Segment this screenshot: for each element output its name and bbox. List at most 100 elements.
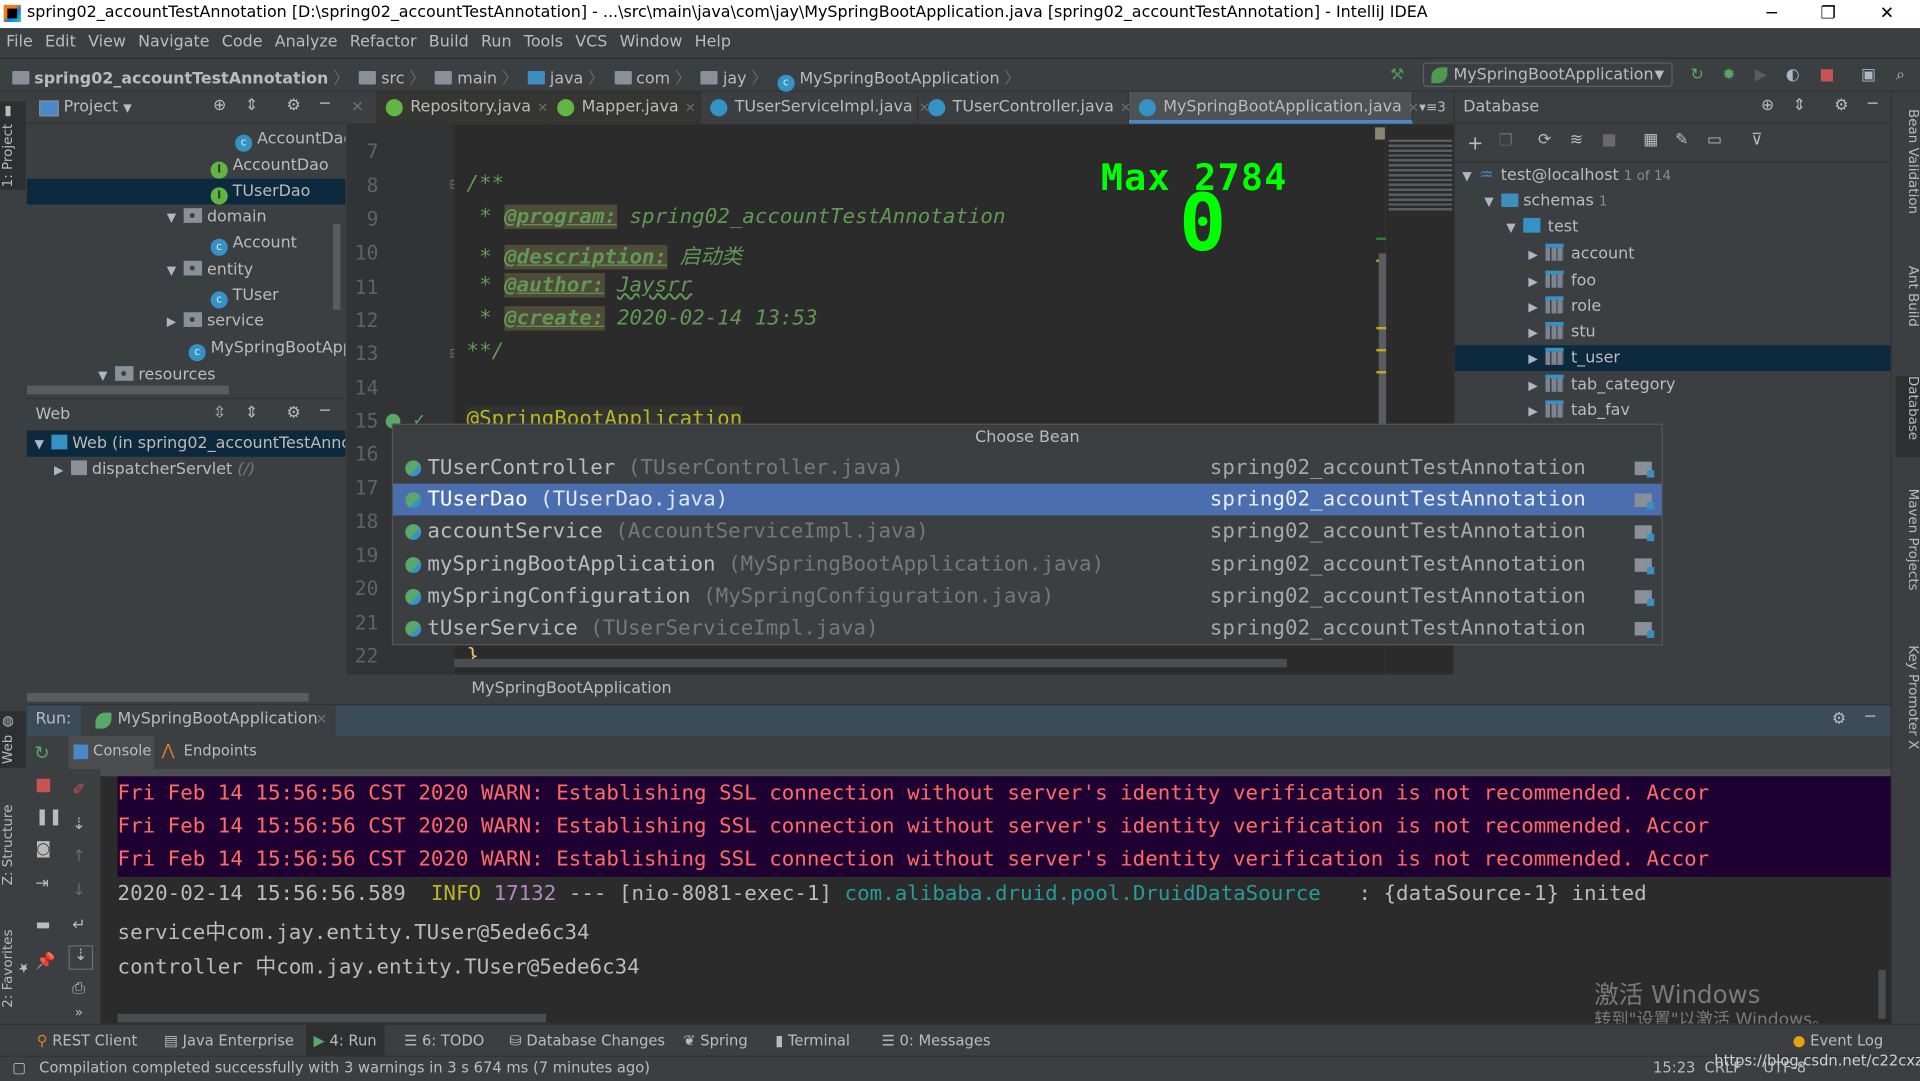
tab-overflow-button[interactable]: ▾≡3	[1419, 99, 1446, 115]
menu-help[interactable]: Help	[689, 28, 738, 57]
maven-projects-tool-tab[interactable]: Maven Projects	[1896, 489, 1920, 611]
exit-icon[interactable]: ⇥	[36, 874, 49, 892]
expand-all-icon[interactable]: ⇳	[213, 404, 226, 422]
menu-window[interactable]: Window	[614, 28, 689, 57]
expanded-arrow-icon[interactable]: ▼	[164, 258, 179, 282]
hide-panel-icon[interactable]: −	[318, 94, 331, 112]
toggle-tool-buttons-icon[interactable]: ▢	[12, 1059, 26, 1076]
db-table-item[interactable]: ▶ tab_fav	[1455, 398, 1891, 424]
run-configuration-select[interactable]: MySpringBootApplication ▼	[1422, 62, 1673, 87]
tool-terminal[interactable]: ▮ Terminal	[775, 1025, 850, 1057]
hide-panel-icon[interactable]: −	[318, 402, 331, 420]
expanded-arrow-icon[interactable]: ▼	[1482, 190, 1497, 216]
db-table-item[interactable]: ▶ account	[1455, 241, 1891, 267]
tool-java-enterprise[interactable]: ▤ Java Enterprise	[164, 1025, 294, 1057]
down-icon[interactable]: ↓	[72, 882, 85, 900]
print-icon[interactable]: ⎙	[72, 980, 85, 998]
tool-database-changes[interactable]: ⛁ Database Changes	[509, 1025, 665, 1057]
tree-item-accountdao-impl[interactable]: c AccountDao	[27, 126, 345, 152]
menu-analyze[interactable]: Analyze	[269, 28, 344, 57]
bean-validation-tool-tab[interactable]: Bean Validation	[1896, 109, 1920, 244]
pin-icon[interactable]: 📌	[36, 953, 56, 971]
schema-sync-icon[interactable]: ≋	[1570, 131, 1583, 149]
breadcrumb-java[interactable]: java	[527, 70, 583, 88]
collapsed-arrow-icon[interactable]: ▶	[1526, 399, 1541, 425]
bean-item-selected[interactable]: TUserDao (TUserDao.java) spring02_accoun…	[393, 483, 1662, 516]
edit-source-icon[interactable]: ✎	[1675, 131, 1688, 149]
add-datasource-icon[interactable]: +	[1467, 131, 1483, 154]
ant-build-tool-tab[interactable]: Ant Build	[1896, 266, 1920, 352]
collapsed-arrow-icon[interactable]: ▶	[1526, 269, 1541, 295]
project-view-select[interactable]: Project ▼	[64, 98, 132, 116]
db-table-item[interactable]: ▶ stu	[1455, 320, 1891, 346]
editor-horizontal-scrollbar[interactable]	[454, 658, 1287, 668]
horizontal-scrollbar[interactable]	[26, 385, 229, 395]
layout-icon[interactable]: ▬	[36, 916, 51, 934]
refresh-icon[interactable]: ⟳	[1538, 131, 1551, 149]
minimize-button[interactable]: ─	[1744, 0, 1800, 28]
menu-view[interactable]: View	[82, 28, 132, 57]
project-structure-icon[interactable]: ▣	[1859, 66, 1879, 86]
stop-icon[interactable]: ■	[1602, 131, 1617, 149]
stop-icon[interactable]: ■	[1817, 66, 1837, 86]
tree-item-tuserdao[interactable]: I TUserDao	[26, 178, 346, 205]
db-table-item[interactable]: ▶ foo	[1455, 268, 1891, 294]
collapse-all-icon[interactable]: ⇕	[245, 404, 258, 422]
collapse-all-icon[interactable]: ⇕	[245, 97, 258, 115]
collapsed-arrow-icon[interactable]: ▶	[1526, 242, 1541, 268]
tab-endpoints[interactable]: ⋀ Endpoints	[157, 736, 257, 769]
tab-close-icon[interactable]: ×	[1408, 99, 1419, 115]
favorites-tool-tab[interactable]: 2: Favorites ★	[0, 920, 32, 1018]
caret-position[interactable]: 15:23	[1653, 1059, 1695, 1076]
console-horizontal-scrollbar[interactable]	[117, 1013, 547, 1023]
menu-refactor[interactable]: Refactor	[344, 28, 423, 57]
stop-icon[interactable]	[36, 778, 51, 793]
camera-dump-icon[interactable]: ◙	[36, 840, 51, 858]
locate-icon[interactable]: ⊕	[1761, 97, 1774, 115]
horizontal-scrollbar[interactable]	[26, 693, 309, 702]
tab-mapper-java[interactable]: Mapper.java ×	[547, 91, 701, 124]
structure-tool-tab[interactable]: Z: Structure	[0, 790, 26, 900]
search-everywhere-icon[interactable]: ⌕	[1891, 66, 1911, 86]
collapsed-arrow-icon[interactable]: ▶	[164, 310, 179, 334]
close-pinned-icon[interactable]: ✕	[351, 98, 363, 115]
expanded-arrow-icon[interactable]: ▼	[1460, 164, 1475, 190]
collapsed-arrow-icon[interactable]: ▶	[1526, 347, 1541, 373]
bean-item[interactable]: TUserController (TUserController.java) s…	[393, 452, 1662, 484]
console-vertical-scrollbar[interactable]	[1878, 969, 1886, 1019]
bean-item[interactable]: mySpringConfiguration (MySpringConfigura…	[393, 580, 1662, 612]
expanded-arrow-icon[interactable]: ▼	[164, 206, 179, 230]
close-window-button[interactable]: ✕	[1859, 0, 1915, 28]
expanded-arrow-icon[interactable]: ▼	[32, 432, 47, 456]
rerun-icon[interactable]: ↻	[34, 742, 49, 764]
expanded-arrow-icon[interactable]: ▼	[96, 364, 111, 388]
filter-icon[interactable]: ⊽	[1751, 131, 1763, 149]
tool-rest-client[interactable]: ⚲ REST Client	[37, 1025, 137, 1057]
rerun-icon[interactable]: ↻	[1687, 66, 1707, 86]
hide-panel-icon[interactable]: −	[1866, 94, 1879, 112]
tree-item-resources[interactable]: ▼ resources	[27, 362, 345, 388]
more-icon[interactable]: »	[75, 1004, 83, 1020]
pause-icon[interactable]: ❚❚	[36, 808, 63, 826]
restore-button[interactable]: ❐	[1800, 0, 1856, 28]
tree-item-account[interactable]: c Account	[27, 230, 345, 256]
inspection-status-icon[interactable]	[1375, 127, 1385, 140]
collapsed-arrow-icon[interactable]: ▶	[1526, 373, 1541, 399]
up-icon[interactable]: ↑	[72, 847, 85, 865]
tree-item-dispatcherservlet[interactable]: ▶ dispatcherServlet (/)	[27, 457, 345, 483]
web-tool-tab[interactable]: Web ◍	[0, 711, 26, 768]
gear-icon[interactable]: ⚙	[287, 97, 301, 115]
breadcrumb-src[interactable]: src	[359, 70, 404, 88]
tree-item-web-module[interactable]: ▼Web (in spring02_accountTestAnnotation)	[26, 431, 346, 457]
collapse-all-icon[interactable]: ⇕	[1793, 97, 1806, 115]
collapsed-arrow-icon[interactable]: ▶	[1526, 321, 1541, 347]
collapsed-arrow-icon[interactable]: ▶	[1526, 295, 1541, 321]
vertical-scrollbar[interactable]	[333, 224, 341, 310]
soft-wrap-icon[interactable]: ↵	[72, 916, 85, 934]
gear-icon[interactable]: ⚙	[287, 404, 301, 422]
tab-close-icon[interactable]: ×	[685, 99, 696, 115]
breadcrumb-com[interactable]: com	[614, 70, 670, 88]
bean-item[interactable]: accountService (AccountServiceImpl.java)…	[393, 516, 1662, 548]
db-table-item-selected[interactable]: ▶ t_user	[1454, 345, 1891, 373]
scroll-to-end-icon[interactable]: ⇣	[72, 816, 85, 834]
